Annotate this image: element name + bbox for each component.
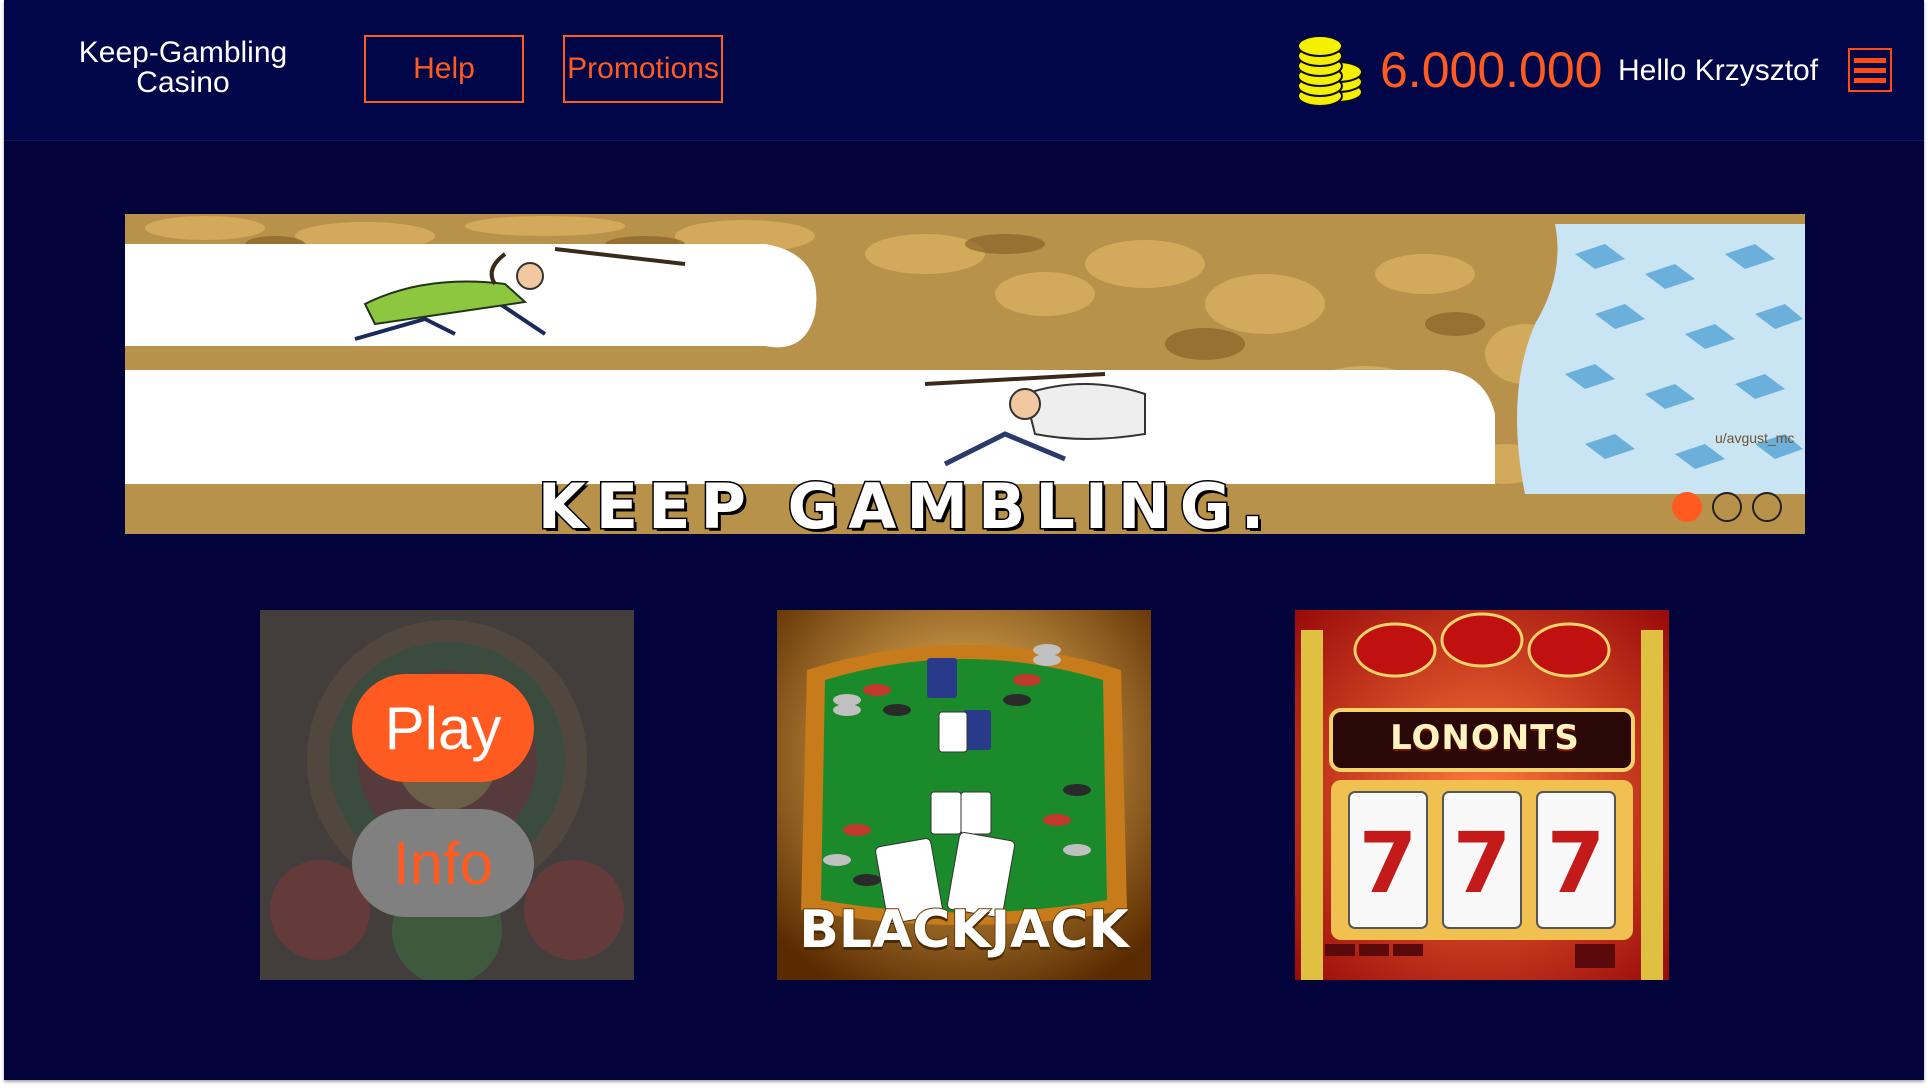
banner-watermark: u/avgust_mc xyxy=(1715,430,1795,446)
game-card-blackjack[interactable]: BLACKJACK xyxy=(777,610,1151,980)
svg-text:7: 7 xyxy=(1453,814,1511,912)
blackjack-title: BLACKJACK xyxy=(798,899,1130,961)
promotions-button[interactable]: Promotions xyxy=(563,35,723,103)
banner-caption: KEEP GAMBLING. xyxy=(536,468,1275,544)
casino-page: Keep-Gambling Casino Help Promotions 6.0… xyxy=(4,0,1924,1080)
help-button[interactable]: Help xyxy=(364,35,524,103)
brand-line-2: Casino xyxy=(136,66,230,99)
brand-logo-text[interactable]: Keep-Gambling Casino xyxy=(68,38,298,98)
slots-image: 7 7 7 xyxy=(1295,610,1669,980)
brand-line-1: Keep-Gambling xyxy=(78,36,288,69)
carousel-dots xyxy=(1672,492,1782,522)
roulette-overlay xyxy=(260,610,634,980)
coins-icon xyxy=(1297,35,1363,107)
game-card-slots[interactable]: 7 7 7 LONONTS xyxy=(1295,610,1669,980)
user-greeting: Hello Krzysztof xyxy=(1618,54,1819,87)
game-card-roulette[interactable]: Play Info xyxy=(260,610,634,980)
balance-amount: 6.000.000 xyxy=(1380,42,1603,98)
carousel-dot-1[interactable] xyxy=(1672,492,1702,522)
carousel-dot-2[interactable] xyxy=(1712,492,1742,522)
svg-text:7: 7 xyxy=(1547,814,1605,912)
slots-title: LONONTS xyxy=(1390,718,1580,758)
top-bar: Keep-Gambling Casino Help Promotions 6.0… xyxy=(4,0,1924,141)
svg-text:7: 7 xyxy=(1359,814,1417,912)
hamburger-menu-icon[interactable] xyxy=(1848,48,1892,92)
carousel-dot-3[interactable] xyxy=(1752,492,1782,522)
play-button[interactable]: Play xyxy=(352,674,534,782)
info-button[interactable]: Info xyxy=(352,809,534,917)
